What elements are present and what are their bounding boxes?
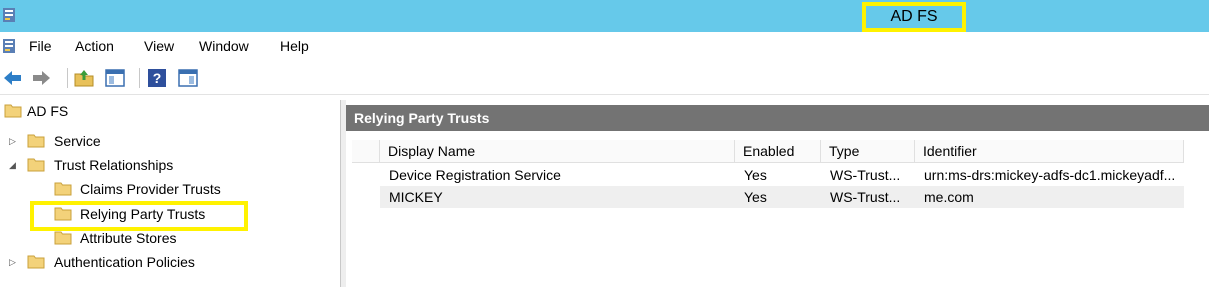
- app-icon[interactable]: [2, 7, 16, 23]
- tree-item-service[interactable]: ▷ Service: [0, 130, 330, 152]
- tree-item-label: Service: [54, 133, 101, 149]
- table-row[interactable]: Device Registration Service Yes WS-Trust…: [380, 164, 1184, 186]
- cell-enabled: Yes: [744, 167, 767, 183]
- selection-highlight: [30, 201, 248, 231]
- folder-icon: [27, 134, 45, 148]
- folder-icon: [54, 182, 72, 196]
- pane-title: Relying Party Trusts: [346, 105, 1209, 131]
- forward-arrow-icon[interactable]: [30, 67, 52, 89]
- menu-action[interactable]: Action: [75, 38, 114, 54]
- window-title: AD FS: [862, 2, 966, 32]
- cell-identifier: me.com: [924, 189, 974, 205]
- cell-display-name: Device Registration Service: [389, 167, 561, 183]
- folder-icon: [27, 255, 45, 269]
- cell-type: WS-Trust...: [830, 167, 901, 183]
- up-folder-icon[interactable]: [73, 67, 95, 89]
- console-tree: AD FS ▷ Service ◢ Trust Relationships Cl…: [0, 100, 341, 287]
- tree-item-trust-relationships[interactable]: ◢ Trust Relationships: [0, 154, 330, 176]
- tree-item-authentication-policies[interactable]: ▷ Authentication Policies: [0, 251, 330, 273]
- tree-root-label: AD FS: [27, 103, 69, 119]
- menu-file[interactable]: File: [29, 38, 52, 54]
- menu-view[interactable]: View: [144, 38, 174, 54]
- tree-item-label: Authentication Policies: [54, 254, 195, 270]
- app-menu-icon[interactable]: [2, 38, 16, 54]
- back-arrow-icon[interactable]: [2, 67, 24, 89]
- column-header-enabled[interactable]: Enabled: [735, 140, 821, 162]
- menu-help[interactable]: Help: [280, 38, 309, 54]
- column-header-display-name[interactable]: Display Name: [380, 140, 735, 162]
- toolbar-separator: [139, 68, 140, 88]
- folder-icon: [4, 104, 22, 118]
- menu-window[interactable]: Window: [199, 38, 249, 54]
- toolbar: ?: [0, 62, 1209, 95]
- show-hide-tree-icon[interactable]: [104, 67, 126, 89]
- collapse-icon[interactable]: ◢: [9, 154, 19, 176]
- title-bar: AD FS: [0, 0, 1209, 32]
- tree-item-label: Claims Provider Trusts: [80, 181, 221, 197]
- menu-bar: File Action View Window Help: [0, 33, 1209, 60]
- column-header-identifier[interactable]: Identifier: [915, 140, 1184, 162]
- svg-text:?: ?: [153, 70, 162, 86]
- cell-enabled: Yes: [744, 189, 767, 205]
- folder-icon: [27, 158, 45, 172]
- column-header-blank: [352, 140, 380, 162]
- cell-identifier: urn:ms-drs:mickey-adfs-dc1.mickeyadf...: [924, 167, 1176, 183]
- tree-root-ad-fs[interactable]: AD FS: [0, 100, 330, 122]
- tree-item-claims-provider-trusts[interactable]: Claims Provider Trusts: [0, 178, 330, 200]
- tree-item-label: Trust Relationships: [54, 157, 174, 173]
- expand-icon[interactable]: ▷: [9, 130, 19, 152]
- show-hide-action-pane-icon[interactable]: [177, 67, 199, 89]
- column-header-type[interactable]: Type: [821, 140, 915, 162]
- expand-icon[interactable]: ▷: [9, 251, 19, 273]
- table-row[interactable]: MICKEY Yes WS-Trust... me.com: [380, 186, 1184, 208]
- cell-display-name: MICKEY: [389, 189, 443, 205]
- cell-type: WS-Trust...: [830, 189, 901, 205]
- header-divider: [352, 162, 1184, 163]
- toolbar-separator: [67, 68, 68, 88]
- help-icon[interactable]: ?: [146, 67, 168, 89]
- results-pane: Relying Party Trusts Display Name Enable…: [346, 100, 1209, 287]
- folder-icon: [54, 231, 72, 245]
